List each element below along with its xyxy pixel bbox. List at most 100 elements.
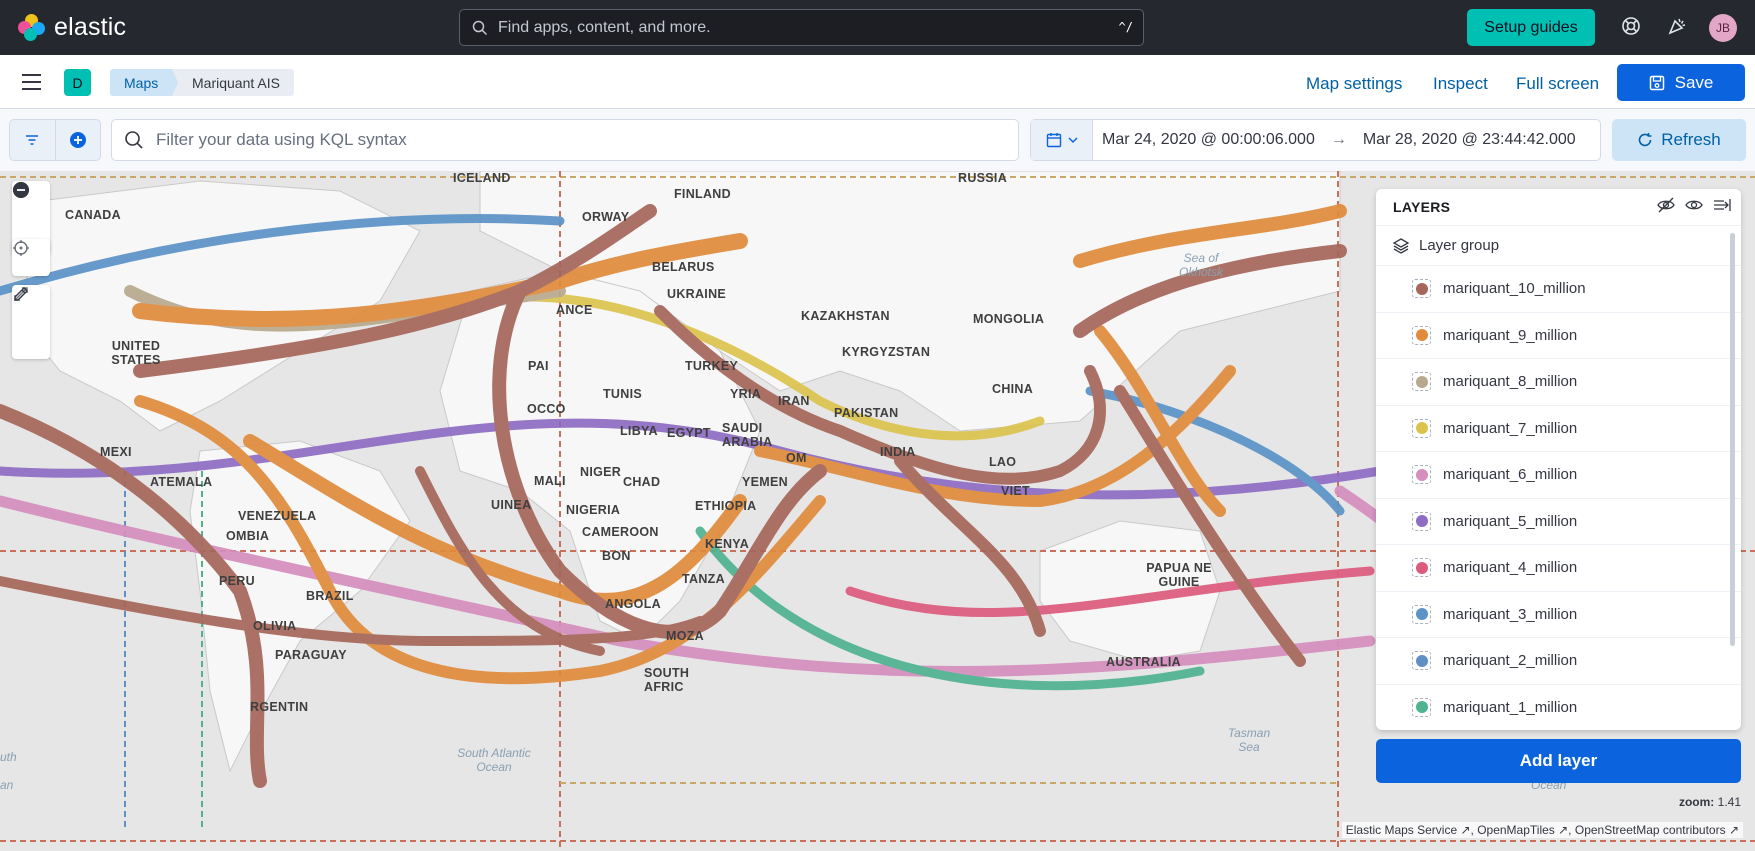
map-label: VIET xyxy=(1001,484,1030,498)
minus-icon xyxy=(13,182,29,198)
plus-circle-icon xyxy=(69,132,86,148)
layer-row[interactable]: mariquant_4_million xyxy=(1376,544,1741,591)
setup-guides-button[interactable]: Setup guides xyxy=(1467,9,1595,46)
layers-scrollbar[interactable] xyxy=(1730,233,1735,646)
elastic-logo[interactable]: elastic xyxy=(18,13,458,42)
map-label: TURKEY xyxy=(685,359,739,373)
quick-select-button[interactable] xyxy=(1031,120,1093,160)
circle-icon xyxy=(1415,654,1428,667)
breadcrumb-maps[interactable]: Maps xyxy=(110,69,179,96)
attribution-osm-link[interactable]: OpenStreetMap contributors xyxy=(1575,823,1726,837)
add-layer-button[interactable]: Add layer xyxy=(1376,739,1741,783)
layer-color-swatch xyxy=(1412,418,1431,438)
set-view-button[interactable] xyxy=(12,239,50,276)
collapse-panel-icon[interactable] xyxy=(1713,197,1731,213)
map-settings-link[interactable]: Map settings xyxy=(1306,74,1402,94)
zoom-readout: zoom: 1.41 xyxy=(1679,795,1741,809)
date-range-picker[interactable]: Mar 24, 2020 @ 00:00:06.000 → Mar 28, 20… xyxy=(1030,119,1601,161)
circle-icon xyxy=(1415,701,1428,714)
map-label: LIBYA xyxy=(620,424,658,438)
map-label: MEXI xyxy=(100,445,132,459)
search-shortcut: ^/ xyxy=(1118,20,1133,34)
layer-row[interactable]: mariquant_7_million xyxy=(1376,404,1741,452)
user-avatar[interactable]: JB xyxy=(1709,14,1737,42)
breadcrumb-current: Mariquant AIS xyxy=(172,69,294,96)
map-label: PERU xyxy=(219,574,255,588)
map-label: TUNIS xyxy=(603,387,642,401)
layer-name: mariquant_2_million xyxy=(1443,652,1578,670)
inspect-link[interactable]: Inspect xyxy=(1433,74,1488,94)
search-icon xyxy=(472,20,488,35)
attribution-ems-link[interactable]: Elastic Maps Service xyxy=(1346,823,1457,837)
layer-color-swatch xyxy=(1412,511,1431,531)
map-label: UNITED STATES xyxy=(111,339,161,367)
kql-placeholder: Filter your data using KQL syntax xyxy=(156,130,407,149)
map-attribution: Elastic Maps Service ↗, OpenMapTiles ↗, … xyxy=(1341,822,1743,838)
space-avatar[interactable]: D xyxy=(64,69,91,96)
layer-color-swatch xyxy=(1412,697,1431,717)
eye-icon[interactable] xyxy=(1685,197,1703,213)
layer-row[interactable]: mariquant_6_million xyxy=(1376,451,1741,498)
arrow-right-icon: → xyxy=(1330,131,1347,148)
attribution-openmaptiles-link[interactable]: OpenMapTiles xyxy=(1477,823,1555,837)
map-label: KAZAKHSTAN xyxy=(801,309,890,323)
map-label: ETHIOPIA xyxy=(695,499,757,513)
map-label: NIGERIA xyxy=(566,503,621,517)
full-screen-link[interactable]: Full screen xyxy=(1516,74,1599,94)
layers-panel: LAYERS Layer group mariquant_10_million m… xyxy=(1376,189,1741,730)
save-button[interactable]: Save xyxy=(1617,64,1745,101)
circle-icon xyxy=(1415,422,1428,435)
ocean-label: an xyxy=(0,778,14,792)
layer-row[interactable]: mariquant_5_million xyxy=(1376,497,1741,545)
layer-color-swatch xyxy=(1412,604,1431,624)
layer-color-swatch xyxy=(1412,372,1431,392)
newsfeed-icon[interactable] xyxy=(1665,15,1689,39)
map-label: YEMEN xyxy=(742,475,788,489)
circle-icon xyxy=(1415,282,1428,295)
filter-menu-button[interactable] xyxy=(10,120,55,160)
eye-closed-icon[interactable] xyxy=(1657,197,1675,213)
draw-tool-button[interactable] xyxy=(12,287,50,359)
query-bar: Filter your data using KQL syntax Mar 24… xyxy=(0,109,1755,171)
south-america-land xyxy=(189,440,411,773)
kql-search-input[interactable]: Filter your data using KQL syntax xyxy=(111,119,1019,161)
map-label: OLIVIA xyxy=(253,619,297,633)
map-label: PAI xyxy=(528,359,549,373)
layer-row[interactable]: mariquant_10_million xyxy=(1376,265,1741,312)
layer-color-swatch xyxy=(1412,651,1431,671)
map-label: SAUDI ARABIA xyxy=(722,421,773,449)
layer-row[interactable]: mariquant_8_million xyxy=(1376,358,1741,405)
map-label: MONGOLIA xyxy=(973,312,1045,326)
map-label: CANADA xyxy=(65,208,121,222)
global-search-input[interactable]: Find apps, content, and more. ^/ xyxy=(459,9,1144,46)
layer-name: mariquant_5_million xyxy=(1443,512,1578,530)
map-label: IRAN xyxy=(778,394,810,408)
help-icon[interactable] xyxy=(1619,15,1643,39)
calendar-icon xyxy=(1046,133,1061,148)
filter-controls xyxy=(9,119,101,161)
map-label: YRIA xyxy=(730,387,762,401)
layer-group-row[interactable]: Layer group xyxy=(1376,225,1741,265)
layer-row[interactable]: mariquant_3_million xyxy=(1376,590,1741,638)
ocean-label: uth xyxy=(0,750,17,764)
layers-title: LAYERS xyxy=(1393,199,1451,215)
refresh-button[interactable]: Refresh xyxy=(1612,119,1746,161)
start-date[interactable]: Mar 24, 2020 @ 00:00:06.000 xyxy=(1102,131,1315,149)
map-label: VENEZUELA xyxy=(238,509,317,523)
layer-color-swatch xyxy=(1412,465,1431,485)
map-label: EGYPT xyxy=(667,426,711,440)
map-label: RUSSIA xyxy=(958,171,1008,185)
end-date[interactable]: Mar 28, 2020 @ 23:44:42.000 xyxy=(1363,131,1576,149)
pencil-icon xyxy=(14,287,28,301)
layer-name: mariquant_4_million xyxy=(1443,559,1578,577)
map-label: UINEA xyxy=(491,498,532,512)
zoom-value: 1.41 xyxy=(1717,795,1741,809)
map-label: OCCO xyxy=(527,402,566,416)
layer-name: mariquant_7_million xyxy=(1443,419,1578,437)
layer-row[interactable]: mariquant_9_million xyxy=(1376,311,1741,359)
menu-icon[interactable] xyxy=(22,74,41,90)
layer-row[interactable]: mariquant_2_million xyxy=(1376,637,1741,684)
add-filter-button[interactable] xyxy=(54,120,100,160)
map-label: TANZA xyxy=(682,572,725,586)
layer-row[interactable]: mariquant_1_million xyxy=(1376,683,1741,731)
